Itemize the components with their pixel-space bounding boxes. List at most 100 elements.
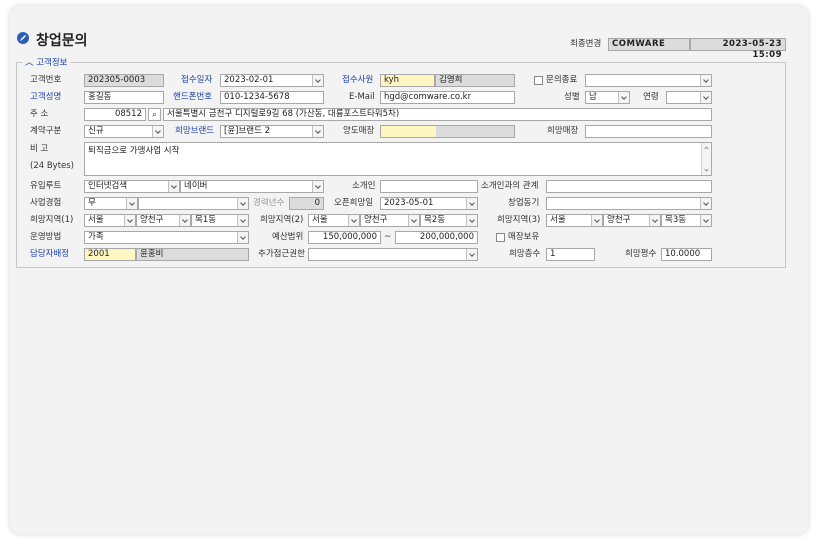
referrer-relation-label: 소개인과의 관계 <box>481 181 539 191</box>
customer-name-field[interactable]: 홍길동 <box>84 91 164 104</box>
chevron-down-icon <box>124 215 135 226</box>
store-owned-checkbox[interactable] <box>496 233 505 242</box>
region1-label: 희망지역(1) <box>30 215 74 225</box>
desired-brand-select[interactable]: [윤]브랜드 2 <box>220 125 324 138</box>
region1-city-select[interactable]: 서울 <box>84 214 136 227</box>
chevron-down-icon <box>237 215 248 226</box>
budget-label: 예산범위 <box>272 232 304 242</box>
startup-motive-select[interactable] <box>546 197 712 210</box>
manager-name-field: 윤홍비 <box>136 248 249 261</box>
region2-dong-select[interactable]: 목2동 <box>420 214 478 227</box>
chevron-up-icon: ︿ <box>25 58 37 68</box>
chevron-down-icon <box>348 215 359 226</box>
desired-open-label: 오픈희망일 <box>334 198 374 208</box>
region2-district-value: 양천구 <box>364 215 388 225</box>
biz-experience-select[interactable]: 무 <box>84 197 138 210</box>
inquiry-end-checkbox[interactable] <box>534 76 543 85</box>
inquiry-end-label: 문의종료 <box>546 75 578 85</box>
budget-separator: ~ <box>384 232 392 242</box>
referrer-field[interactable] <box>380 180 478 193</box>
customer-name-label: 고객성명 <box>30 92 62 102</box>
customer-no-field: 202305-0003 <box>84 74 164 87</box>
manager-id-field[interactable]: 2001 <box>84 248 136 261</box>
contract-type-select[interactable]: 신규 <box>84 125 164 138</box>
referrer-relation-field[interactable] <box>546 180 712 193</box>
extra-access-label: 추가접근권한 <box>258 249 305 259</box>
budget-to-field[interactable]: 200,000,000 <box>395 231 478 244</box>
region2-dong-value: 목2동 <box>424 215 446 225</box>
region3-city-value: 서울 <box>550 215 566 225</box>
group-title[interactable]: ︿ 고객정보 <box>22 56 71 68</box>
region3-city-select[interactable]: 서울 <box>546 214 603 227</box>
transfer-store-field[interactable] <box>380 125 515 138</box>
region3-district-select[interactable]: 양천구 <box>603 214 661 227</box>
region1-dong-select[interactable]: 목1동 <box>191 214 249 227</box>
budget-from-field[interactable]: 150,000,000 <box>308 231 381 244</box>
address-label: 주 소 <box>30 109 49 119</box>
address-field[interactable]: 서울특별시 금천구 디지털로9길 68 (가산동, 대륭포스트타워5차) <box>163 108 712 121</box>
desired-area-field[interactable]: 10.0000 <box>661 248 712 261</box>
email-field[interactable]: hgd@comware.co.kr <box>380 91 515 104</box>
biz-experience-detail-select[interactable] <box>138 197 249 210</box>
last-changed-datetime: 2023-05-23 15:09 <box>690 38 786 60</box>
extra-access-select[interactable] <box>308 248 478 261</box>
memo-textarea[interactable]: 퇴직금으로 가맹사업 시작 <box>84 142 712 176</box>
operation-select[interactable]: 가족 <box>84 231 249 244</box>
last-changed-user: COMWARE <box>608 38 690 51</box>
memo-scrollbar[interactable] <box>701 143 711 175</box>
region3-dong-select[interactable]: 목3동 <box>661 214 712 227</box>
contract-type-value: 신규 <box>88 126 104 136</box>
biz-experience-label: 사업경험 <box>30 198 62 208</box>
scroll-up-icon <box>704 146 709 151</box>
region1-district-select[interactable]: 양천구 <box>136 214 191 227</box>
region2-label: 희망지역(2) <box>260 215 304 225</box>
gender-select[interactable]: 남 <box>585 91 630 104</box>
chevron-down-icon <box>179 215 190 226</box>
referrer-label: 소개인 <box>352 181 376 191</box>
desired-open-value: 2023-05-01 <box>384 198 434 208</box>
chevron-down-icon <box>618 92 629 103</box>
chevron-down-icon <box>152 126 163 137</box>
last-changed-label: 최종변경 <box>570 39 602 49</box>
received-date-value: 2023-02-01 <box>224 75 274 85</box>
receiver-name-field: 김영희 <box>435 74 515 87</box>
startup-motive-label: 창업동기 <box>508 198 540 208</box>
desired-open-picker[interactable]: 2023-05-01 <box>380 197 478 210</box>
chevron-down-icon <box>700 215 711 226</box>
zip-field[interactable]: 08512 <box>84 108 146 121</box>
region1-district-value: 양천구 <box>140 215 164 225</box>
chevron-down-icon <box>466 249 477 260</box>
received-date-picker[interactable]: 2023-02-01 <box>220 74 324 87</box>
operation-label: 운영방법 <box>30 232 62 242</box>
chevron-down-icon <box>312 181 323 192</box>
mobile-label: 핸드폰번호 <box>173 92 213 102</box>
desired-floor-field[interactable]: 1 <box>546 248 595 261</box>
desired-area-label: 희망평수 <box>625 249 657 259</box>
gender-value: 남 <box>589 92 597 102</box>
mobile-field[interactable]: 010-1234-5678 <box>220 91 324 104</box>
manager-label: 담당자배정 <box>30 249 70 259</box>
region2-district-select[interactable]: 양천구 <box>360 214 420 227</box>
chevron-down-icon <box>168 181 179 192</box>
desired-store-field[interactable] <box>585 125 712 138</box>
inflow-route-select[interactable]: 인터넷검색 <box>84 180 180 193</box>
transfer-store-label: 양도매장 <box>343 126 375 136</box>
career-years-label: 경력년수 <box>253 198 285 208</box>
inflow-detail-select[interactable]: 네이버 <box>180 180 324 193</box>
region3-dong-value: 목3동 <box>665 215 687 225</box>
receiver-id-field[interactable]: kyh <box>380 74 435 87</box>
address-search-icon[interactable]: ⌕ <box>148 108 161 121</box>
biz-experience-value: 무 <box>88 198 96 208</box>
inflow-route-label: 유입루트 <box>30 181 62 191</box>
inquiry-end-select[interactable] <box>585 74 712 87</box>
career-years-field: 0 <box>289 197 324 210</box>
age-select[interactable] <box>666 91 712 104</box>
operation-value: 가족 <box>88 232 104 242</box>
received-date-label: 접수일자 <box>181 75 213 85</box>
gender-label: 성별 <box>564 92 580 102</box>
region2-city-value: 서울 <box>312 215 328 225</box>
group-title-label: 고객정보 <box>36 58 68 68</box>
region2-city-select[interactable]: 서울 <box>308 214 360 227</box>
memo-label: 비 고 <box>30 144 49 154</box>
inflow-route-value: 인터넷검색 <box>88 181 128 191</box>
